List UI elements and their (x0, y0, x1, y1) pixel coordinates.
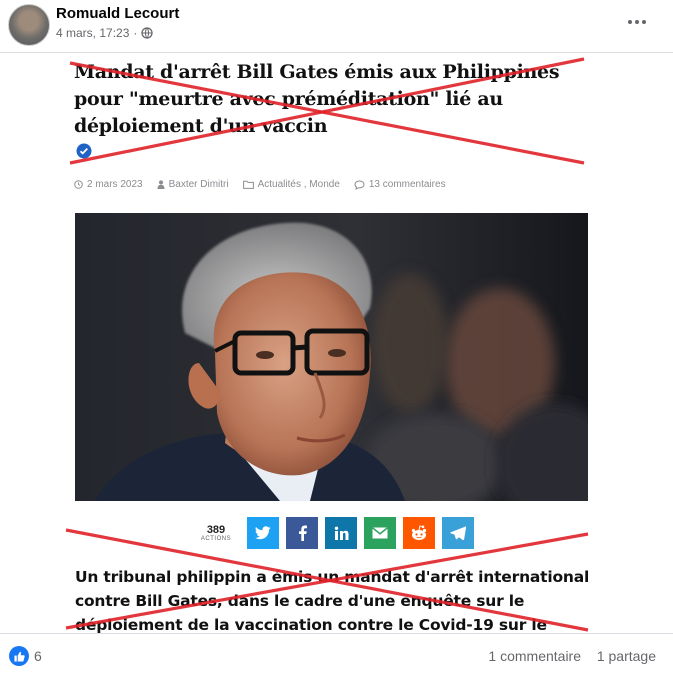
comment-icon (354, 179, 365, 190)
article-headline: Mandat d'arrêt Bill Gates émis aux Phili… (74, 61, 560, 137)
verified-badge-icon (76, 143, 92, 159)
post-header: Romuald Lecourt 4 mars, 17:23 · (0, 0, 673, 52)
telegram-icon (450, 526, 466, 540)
email-share-button[interactable] (364, 517, 396, 549)
linkedin-icon (334, 526, 348, 540)
shared-article-image[interactable]: Mandat d'arrêt Bill Gates émis aux Phili… (0, 53, 673, 633)
article-lede: Un tribunal philippin a émis un mandat d… (75, 568, 590, 633)
telegram-share-button[interactable] (442, 517, 474, 549)
reddit-share-button[interactable] (403, 517, 435, 549)
author-name[interactable]: Romuald Lecourt (56, 5, 179, 22)
share-count-label: ACTIONS (200, 536, 232, 542)
article-author: Baxter Dimitri (168, 179, 229, 190)
share-bar: 389 ACTIONS (196, 517, 474, 549)
post-footer: 6 1 commentaire 1 partage (0, 634, 673, 680)
twitter-icon (255, 526, 271, 540)
post-timestamp[interactable]: 4 mars, 17:23 (56, 26, 129, 40)
article-comments: 13 commentaires (368, 179, 446, 190)
share-count-number: 389 (206, 524, 226, 536)
avatar[interactable] (8, 4, 50, 46)
linkedin-share-button[interactable] (325, 517, 357, 549)
article-info-bar: 2 mars 2023 Baxter Dimitri Actualités , … (74, 179, 446, 190)
facebook-icon (298, 525, 307, 541)
facebook-share-button[interactable] (286, 517, 318, 549)
comments-count[interactable]: 1 commentaire (488, 648, 581, 664)
more-options-icon[interactable] (627, 12, 647, 32)
clock-icon (74, 180, 83, 189)
article-categories: Actualités , Monde (257, 179, 340, 190)
shares-count[interactable]: 1 partage (597, 648, 656, 664)
email-icon (372, 527, 388, 539)
reactions-count[interactable]: 6 (34, 648, 42, 664)
article-date: 2 mars 2023 (87, 179, 143, 190)
twitter-share-button[interactable] (247, 517, 279, 549)
user-icon (157, 180, 165, 189)
share-count: 389 ACTIONS (196, 524, 236, 542)
meta-separator: · (133, 26, 138, 40)
bill-gates-photo (75, 213, 588, 501)
thumbs-up-icon (13, 651, 25, 662)
folder-icon (242, 180, 254, 189)
reddit-icon (411, 525, 427, 540)
like-reaction-icon[interactable] (9, 646, 29, 666)
post-meta: 4 mars, 17:23 · (56, 26, 154, 40)
facebook-post: Romuald Lecourt 4 mars, 17:23 · Mandat d… (0, 0, 673, 680)
globe-icon (141, 27, 154, 39)
